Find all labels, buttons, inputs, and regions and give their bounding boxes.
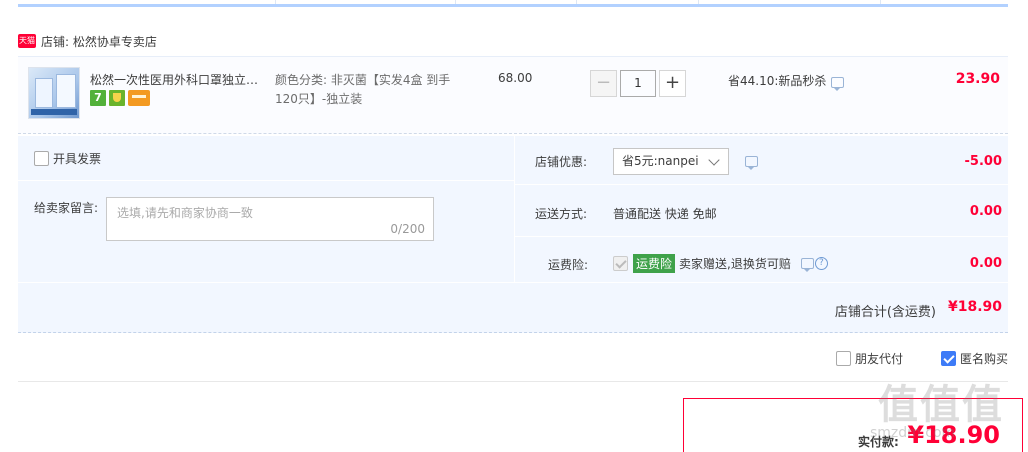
anonymous-checkbox[interactable]	[940, 351, 956, 366]
insurance-row: 运费险 卖家赠送,退换货可赔 ?	[613, 254, 828, 273]
help-icon[interactable]: ?	[814, 257, 828, 270]
insurance-checkbox	[613, 256, 628, 271]
unit-price: 68.00	[498, 71, 533, 85]
qty-decrease-button[interactable]: −	[590, 70, 617, 97]
shipping-amount: 0.00	[969, 204, 1002, 219]
chevron-down-icon	[708, 154, 720, 166]
divider	[515, 236, 1008, 237]
anonymous-buy-option[interactable]: 匿名购买	[940, 350, 1008, 367]
message-char-count: 0/200	[390, 222, 425, 236]
chat-bubble-icon[interactable]	[831, 77, 845, 91]
attr-line: 120只】-独立装	[275, 92, 363, 106]
item-subtotal: 23.90	[955, 71, 1000, 87]
cart-header-border	[18, 0, 1008, 7]
qty-increase-button[interactable]: +	[659, 70, 686, 97]
attr-line: 颜色分类: 非灭菌【实发4盒 到手	[275, 73, 451, 87]
friend-pay-option[interactable]: 朋友代付	[835, 350, 903, 367]
chat-bubble-icon[interactable]	[800, 258, 814, 272]
header-tick	[698, 0, 699, 4]
thumb-strip-shape	[31, 109, 77, 115]
shop-coupon-select[interactable]: 省5元:nanpei	[613, 148, 729, 175]
shipping-method: 普通配送 快递 免邮	[613, 207, 717, 221]
invoice-checkbox[interactable]	[34, 151, 49, 166]
watermark-logo: 值值值	[878, 382, 1004, 428]
shop-total-label: 店铺合计(含运费)	[834, 305, 936, 320]
product-title-link[interactable]: 松然一次性医用外科口罩独立包装成人三层防护透气	[90, 71, 270, 88]
invoice-label: 开具发票	[53, 152, 102, 166]
shop-discount-row: 省5元:nanpei	[613, 148, 758, 175]
qty-input[interactable]: 1	[620, 70, 656, 97]
shop-discount-label: 店铺优惠:	[535, 155, 588, 169]
shop-discount-amount: -5.00	[964, 154, 1002, 169]
promo-text: 省44.10:新品秒杀	[728, 74, 827, 88]
header-tick	[455, 0, 456, 4]
quantity-stepper: − 1 +	[590, 70, 686, 97]
thumb-box-shape	[35, 78, 53, 108]
order-options-panel: 开具发票 给卖家留言: 选填,请先和商家协商一致 0/200 店铺优惠: 省5元…	[18, 136, 1008, 333]
options-left: 开具发票 给卖家留言: 选填,请先和商家协商一致 0/200	[18, 136, 514, 282]
cart-item-row: 松然一次性医用外科口罩独立包装成人三层防护透气 7 颜色分类: 非灭菌【实发4盒…	[18, 56, 1008, 134]
anonymous-label: 匿名购买	[959, 352, 1008, 366]
shop-coupon-value: 省5元:nanpei	[622, 154, 699, 168]
insurance-tag: 运费险	[633, 254, 676, 273]
friend-pay-label: 朋友代付	[854, 352, 903, 366]
shop-header: 天猫 店铺: 松然协卓专卖店	[18, 32, 157, 50]
friend-pay-checkbox[interactable]	[835, 351, 851, 366]
seller-message-input[interactable]: 选填,请先和商家协商一致 0/200	[106, 197, 434, 241]
guarantee-shield-icon[interactable]	[109, 90, 125, 106]
watermark-url: smzdm.com	[870, 425, 956, 441]
header-tick	[576, 0, 577, 4]
chat-bubble-icon[interactable]	[745, 156, 758, 170]
options-right: 店铺优惠: 省5元:nanpei -5.00 运送方式: 普通配送 快递 免邮 …	[515, 136, 1008, 282]
service-icons: 7	[90, 90, 150, 106]
divider	[18, 180, 514, 181]
message-label: 给卖家留言:	[34, 201, 99, 215]
divider	[515, 184, 1008, 185]
promo-info: 省44.10:新品秒杀	[728, 72, 845, 91]
header-tick	[275, 0, 276, 4]
shop-name-link[interactable]: 店铺: 松然协卓专卖店	[41, 33, 157, 50]
shipping-label: 运送方式:	[535, 207, 588, 221]
insurance-label: 运费险:	[548, 258, 589, 272]
purchase-options: 朋友代付 匿名购买	[18, 340, 1008, 382]
shop-total-value: ¥18.90	[947, 299, 1002, 315]
shop-total-row: 店铺合计(含运费) ¥18.90	[18, 282, 1008, 333]
credit-card-icon[interactable]	[128, 90, 150, 106]
thumb-box-shape	[56, 74, 76, 108]
insurance-desc: 卖家赠送,退换货可赔	[679, 257, 791, 271]
product-attributes: 颜色分类: 非灭菌【实发4盒 到手 120只】-独立装	[275, 71, 475, 109]
seven-day-return-icon[interactable]: 7	[90, 90, 106, 106]
product-thumbnail[interactable]	[28, 67, 80, 119]
header-tick	[880, 0, 881, 4]
message-placeholder: 选填,请先和商家协商一致	[117, 206, 253, 220]
tmall-icon: 天猫	[18, 34, 36, 48]
invoice-option[interactable]: 开具发票	[34, 150, 101, 167]
insurance-amount: 0.00	[969, 256, 1002, 271]
